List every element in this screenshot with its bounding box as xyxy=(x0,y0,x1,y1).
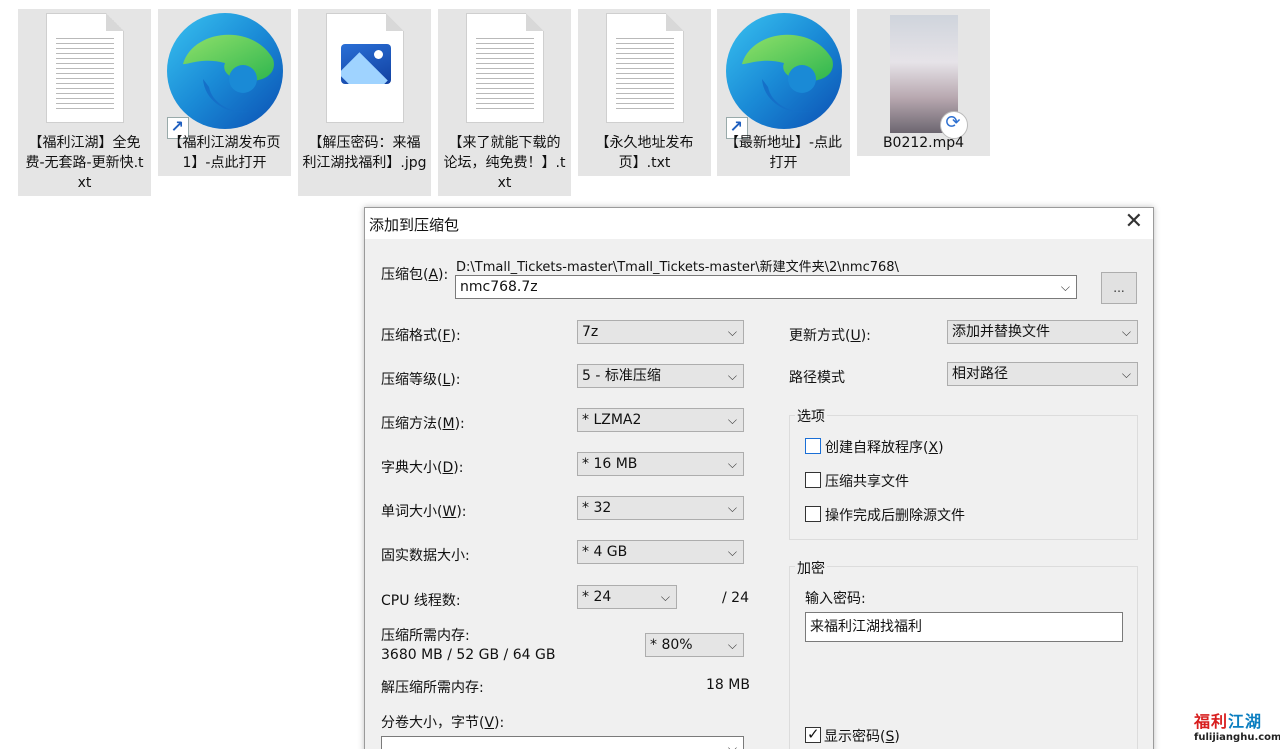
level-select[interactable]: 5 - 标准压缩 ⌵ xyxy=(577,364,744,388)
show-password-label: 显示密码(S) xyxy=(824,729,900,745)
video-file-icon xyxy=(889,15,968,139)
shared-files-label: 压缩共享文件 xyxy=(825,474,909,490)
chevron-down-icon: ⌵ xyxy=(727,457,737,471)
level-label: 压缩等级(L): xyxy=(381,372,461,388)
chevron-down-icon: ⌵ xyxy=(1121,367,1131,381)
file-name: 【福利江湖发布页1】-点此打开 xyxy=(168,135,281,171)
chevron-down-icon: ⌵ xyxy=(660,590,670,604)
word-size-label: 单词大小(W): xyxy=(381,504,467,520)
options-group-title: 选项 xyxy=(795,406,827,426)
delete-after-label: 操作完成后删除源文件 xyxy=(825,508,965,524)
dictionary-select[interactable]: * 16 MB ⌵ xyxy=(577,452,744,476)
update-mode-label: 更新方式(U): xyxy=(789,328,871,344)
path-mode-select[interactable]: 相对路径 ⌵ xyxy=(947,362,1138,386)
volume-size-label: 分卷大小，字节(V): xyxy=(381,715,505,731)
method-label: 压缩方法(M): xyxy=(381,416,465,432)
text-file-icon xyxy=(605,13,684,123)
file-tile[interactable]: 【福利江湖】全免费-无套路-更新快.txt xyxy=(18,9,151,196)
memory-usage-select[interactable]: * 80% ⌵ xyxy=(645,633,744,657)
browse-button[interactable]: ... xyxy=(1101,272,1137,304)
close-icon[interactable]: ✕ xyxy=(1125,211,1143,233)
decompress-memory-value: 18 MB xyxy=(706,677,750,693)
method-select[interactable]: * LZMA2 ⌵ xyxy=(577,408,744,432)
chevron-down-icon: ⌵ xyxy=(727,741,737,749)
chevron-down-icon: ⌵ xyxy=(727,413,737,427)
file-name: B0212.mp4 xyxy=(882,135,965,151)
chevron-down-icon: ⌵ xyxy=(1121,325,1131,339)
file-tile[interactable]: 【福利江湖发布页1】-点此打开 xyxy=(158,9,291,176)
file-name: 【永久地址发布页】.txt xyxy=(595,135,694,171)
chevron-down-icon: ⌵ xyxy=(727,325,737,339)
decompress-memory-label: 解压缩所需内存: xyxy=(381,680,484,696)
update-mode-select[interactable]: 添加并替换文件 ⌵ xyxy=(947,320,1138,344)
solid-size-label: 固实数据大小: xyxy=(381,548,470,564)
volume-size-combo[interactable]: ⌵ xyxy=(381,736,744,749)
text-file-icon xyxy=(465,13,544,123)
sfx-label: 创建自释放程序(X) xyxy=(825,440,944,456)
show-password-checkbox[interactable] xyxy=(805,725,821,743)
file-tile[interactable]: 【永久地址发布页】.txt xyxy=(578,9,711,176)
chevron-down-icon: ⌵ xyxy=(1060,280,1070,294)
encryption-group-title: 加密 xyxy=(795,558,827,578)
format-label: 压缩格式(F): xyxy=(381,328,461,344)
solid-size-select[interactable]: * 4 GB ⌵ xyxy=(577,540,744,564)
format-select[interactable]: 7z ⌵ xyxy=(577,320,744,344)
sfx-checkbox[interactable] xyxy=(805,438,821,454)
text-file-icon xyxy=(45,13,124,123)
shared-files-checkbox[interactable] xyxy=(805,472,821,488)
cpu-threads-select[interactable]: * 24 ⌵ xyxy=(577,585,677,609)
file-tile[interactable]: 【来了就能下载的论坛，纯免费！】.txt xyxy=(438,9,571,196)
watermark-logo: 福利江湖 fulijianghu.com xyxy=(1194,712,1280,743)
file-name: 【福利江湖】全免费-无套路-更新快.txt xyxy=(25,135,144,191)
cpu-threads-max: / 24 xyxy=(722,590,749,606)
dictionary-label: 字典大小(D): xyxy=(381,460,464,476)
dialog-titlebar: 添加到压缩包 ✕ xyxy=(365,208,1153,239)
image-file-icon xyxy=(325,13,404,123)
word-size-select[interactable]: * 32 ⌵ xyxy=(577,496,744,520)
archive-label: 压缩包(A): xyxy=(381,267,449,283)
chevron-down-icon: ⌵ xyxy=(727,501,737,515)
dialog-title: 添加到压缩包 xyxy=(369,216,460,234)
add-to-archive-dialog: 添加到压缩包 ✕ 压缩包(A): D:\Tmall_Tickets-master… xyxy=(364,207,1154,749)
chevron-down-icon: ⌵ xyxy=(727,369,737,383)
file-tile[interactable]: 【解压密码：来福利江湖找福利】.jpg xyxy=(298,9,431,196)
file-name: 【最新地址】-点此打开 xyxy=(724,135,843,171)
cpu-threads-label: CPU 线程数: xyxy=(381,593,461,609)
edge-shortcut-icon xyxy=(722,9,846,139)
archive-path: D:\Tmall_Tickets-master\Tmall_Tickets-ma… xyxy=(456,260,899,275)
path-mode-label: 路径模式 xyxy=(789,370,845,386)
delete-after-checkbox[interactable] xyxy=(805,506,821,522)
chevron-down-icon: ⌵ xyxy=(727,638,737,652)
password-label: 输入密码: xyxy=(805,591,866,607)
edge-shortcut-icon xyxy=(163,9,287,139)
file-name: 【来了就能下载的论坛，纯免费！】.txt xyxy=(443,135,566,191)
compress-memory-label: 压缩所需内存: xyxy=(381,628,470,644)
file-tile[interactable]: B0212.mp4 xyxy=(857,9,990,156)
password-input[interactable]: 来福利江湖找福利 xyxy=(805,612,1123,642)
file-tile[interactable]: 【最新地址】-点此打开 xyxy=(717,9,850,176)
archive-name-combo[interactable]: nmc768.7z ⌵ xyxy=(455,275,1077,299)
compress-memory-value: 3680 MB / 52 GB / 64 GB xyxy=(381,647,556,663)
chevron-down-icon: ⌵ xyxy=(727,545,737,559)
file-name: 【解压密码：来福利江湖找福利】.jpg xyxy=(302,135,427,171)
